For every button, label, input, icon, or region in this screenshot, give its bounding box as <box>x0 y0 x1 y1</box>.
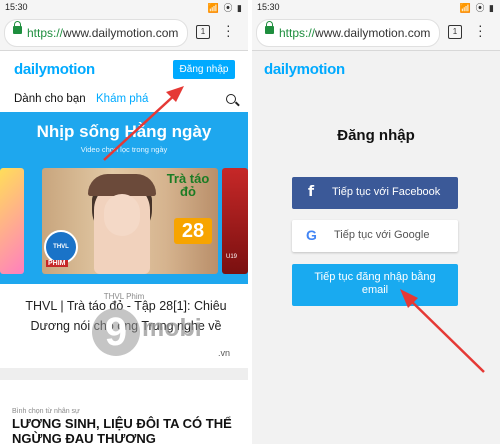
login-button[interactable]: Đăng nhập <box>173 60 235 79</box>
left-screen: 15:30 📶 ⦿ ▮ https://www.dailymotion.com … <box>0 0 248 444</box>
facebook-button-label: Tiếp tục với Facebook <box>332 186 441 198</box>
dailymotion-logo[interactable]: dailymotion <box>14 61 95 78</box>
email-button-label: Tiếp tục đăng nhập bằng email <box>314 271 436 296</box>
continue-with-google-button[interactable]: G Tiếp tục với Google <box>292 220 458 252</box>
browser-toolbar: https://www.dailymotion.com 1 · · · <box>252 14 500 51</box>
search-icon[interactable] <box>226 94 236 104</box>
watermark-suffix: .vn <box>218 348 231 358</box>
menu-icon[interactable]: · · · <box>478 18 483 42</box>
right-screen: 15:30 📶 ⦿ ▮ https://www.dailymotion.com … <box>252 0 500 444</box>
browser-toolbar: https://www.dailymotion.com 1 · · · <box>0 14 248 51</box>
google-button-label: Tiếp tục với Google <box>334 229 430 241</box>
facebook-icon: f <box>308 184 315 200</box>
featured-carousel: Nhịp sống Hằng ngày Video chọn lọc trong… <box>0 112 248 284</box>
dailymotion-logo[interactable]: dailymotion <box>264 61 345 78</box>
watermark-9mobi: 9 mobi .vn <box>92 308 242 368</box>
lock-icon <box>265 21 274 34</box>
url-text: https://www.dailymotion.com <box>279 26 431 40</box>
carousel-title: Nhịp sống Hằng ngày <box>36 122 212 141</box>
thumbnail-hat <box>88 174 156 196</box>
lock-icon <box>13 21 22 34</box>
nav-tabs: Dành cho bạn Khám phá <box>0 87 248 114</box>
menu-icon[interactable]: · · · <box>226 18 231 42</box>
article-category: Bình chọn từ nhân sự <box>12 408 80 415</box>
status-time: 15:30 <box>5 2 28 12</box>
status-icons: 📶 ⦿ ▮ <box>207 3 243 13</box>
next-card-label: U19 <box>226 254 238 260</box>
article-title[interactable]: LƯƠNG SINH, LIỆU ĐÔI TA CÓ THỂ NGỪNG ĐAU… <box>12 416 244 444</box>
video-card-next[interactable]: U19 <box>222 168 248 274</box>
section-divider <box>0 368 248 380</box>
continue-with-email-button[interactable]: Tiếp tục đăng nhập bằng email <box>292 264 458 306</box>
thumbnail-face <box>104 194 140 236</box>
site-header: dailymotion Đăng nhập <box>0 51 248 87</box>
site-header: dailymotion <box>252 51 500 87</box>
status-bar: 15:30 📶 ⦿ ▮ <box>0 0 248 14</box>
show-title-badge: Trà táo đỏ <box>166 171 210 199</box>
address-bar[interactable]: https://www.dailymotion.com <box>4 19 188 47</box>
continue-with-facebook-button[interactable]: f Tiếp tục với Facebook <box>292 177 458 209</box>
status-icons: 📶 ⦿ ▮ <box>459 3 495 13</box>
video-card-thumbnail[interactable]: Trà táo đỏ 28 THVL PHIM <box>42 168 218 274</box>
thvl-logo: THVL <box>44 230 78 264</box>
tab-for-you[interactable]: Dành cho bạn <box>14 93 86 105</box>
tab-switcher-icon[interactable]: 1 <box>196 25 210 39</box>
thvl-phim-label: PHIM <box>46 260 68 267</box>
watermark-text: mobi <box>142 314 202 342</box>
status-time: 15:30 <box>257 2 280 12</box>
tab-explore[interactable]: Khám phá <box>96 93 148 105</box>
watermark-digit: 9 <box>92 308 140 356</box>
google-icon: G <box>306 227 317 243</box>
url-text: https://www.dailymotion.com <box>27 26 179 40</box>
video-card-previous[interactable] <box>0 168 24 274</box>
episode-number: 28 <box>174 218 212 244</box>
carousel-subtitle: Video chọn lọc trong ngày <box>80 145 168 154</box>
status-bar: 15:30 📶 ⦿ ▮ <box>252 0 500 14</box>
login-title: Đăng nhập <box>337 127 415 144</box>
tab-switcher-icon[interactable]: 1 <box>448 25 462 39</box>
address-bar[interactable]: https://www.dailymotion.com <box>256 19 440 47</box>
